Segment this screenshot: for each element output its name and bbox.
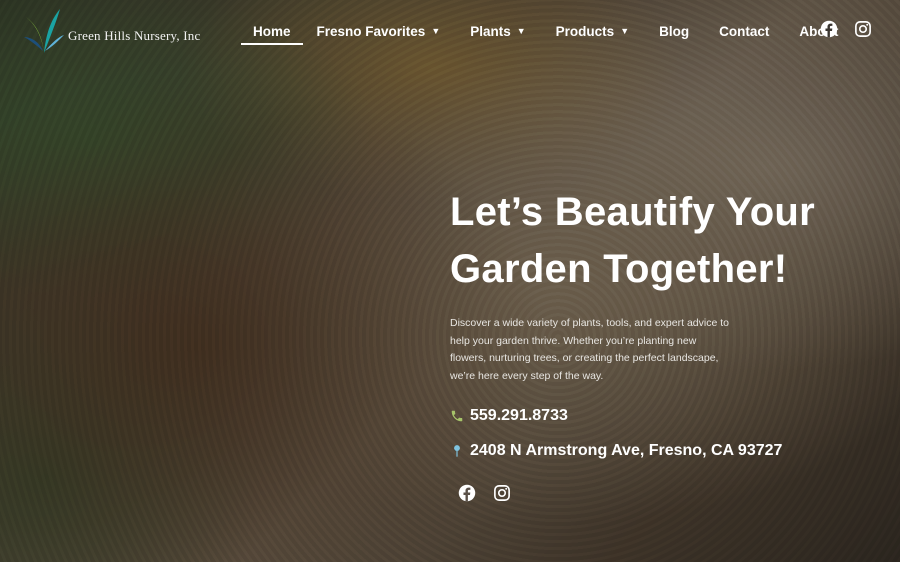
hero-description: Discover a wide variety of plants, tools… [450, 317, 729, 382]
location-pin-icon [454, 445, 460, 457]
caret-down-icon: ▼ [431, 26, 441, 36]
address-link[interactable]: 2408 N Armstrong Ave, Fresno, CA 93727 [450, 442, 870, 460]
nav-contact[interactable]: Contact [717, 18, 771, 44]
facebook-icon[interactable] [458, 484, 476, 502]
nav-blog[interactable]: Blog [657, 18, 691, 44]
instagram-icon[interactable] [493, 484, 511, 502]
hero-social-links [458, 484, 870, 502]
instagram-icon[interactable] [854, 20, 872, 38]
header-social-links [820, 20, 872, 38]
nav-home[interactable]: Home [241, 18, 303, 45]
nav-fresno-favorites[interactable]: Fresno Favorites ▼ [315, 18, 443, 44]
nav-label: Plants [470, 23, 511, 39]
site-logo[interactable]: Green Hills Nursery, Inc [22, 7, 200, 55]
leaf-logo-icon [24, 9, 64, 53]
phone-number: 559.291.8733 [470, 407, 568, 424]
brand-name: Green Hills Nursery, Inc [68, 28, 201, 43]
nav-products[interactable]: Products ▼ [554, 18, 631, 44]
nav-plants[interactable]: Plants ▼ [468, 18, 527, 44]
nav-label: Fresno Favorites [316, 23, 426, 39]
phone-icon [451, 410, 463, 422]
hero-title: Let’s Beautify Your Garden Together! [450, 184, 870, 298]
phone-link[interactable]: 559.291.8733 [450, 407, 870, 425]
nav-label: Contact [719, 23, 770, 39]
facebook-icon[interactable] [820, 20, 838, 38]
nav-label: Blog [659, 23, 690, 39]
site-header: Green Hills Nursery, Inc Home Fresno Fav… [0, 0, 900, 62]
caret-down-icon: ▼ [516, 26, 526, 36]
hero-title-line1: Let’s Beautify Your [450, 190, 816, 234]
address-text: 2408 N Armstrong Ave, Fresno, CA 93727 [470, 442, 783, 459]
caret-down-icon: ▼ [620, 26, 630, 36]
nav-label: Products [555, 23, 615, 39]
nav-label: Home [253, 23, 291, 39]
hero-title-line2: Garden Together! [450, 247, 788, 291]
main-nav: Home Fresno Favorites ▼ Plants ▼ Product… [241, 18, 866, 45]
hero-content: Let’s Beautify Your Garden Together! Dis… [450, 184, 870, 502]
